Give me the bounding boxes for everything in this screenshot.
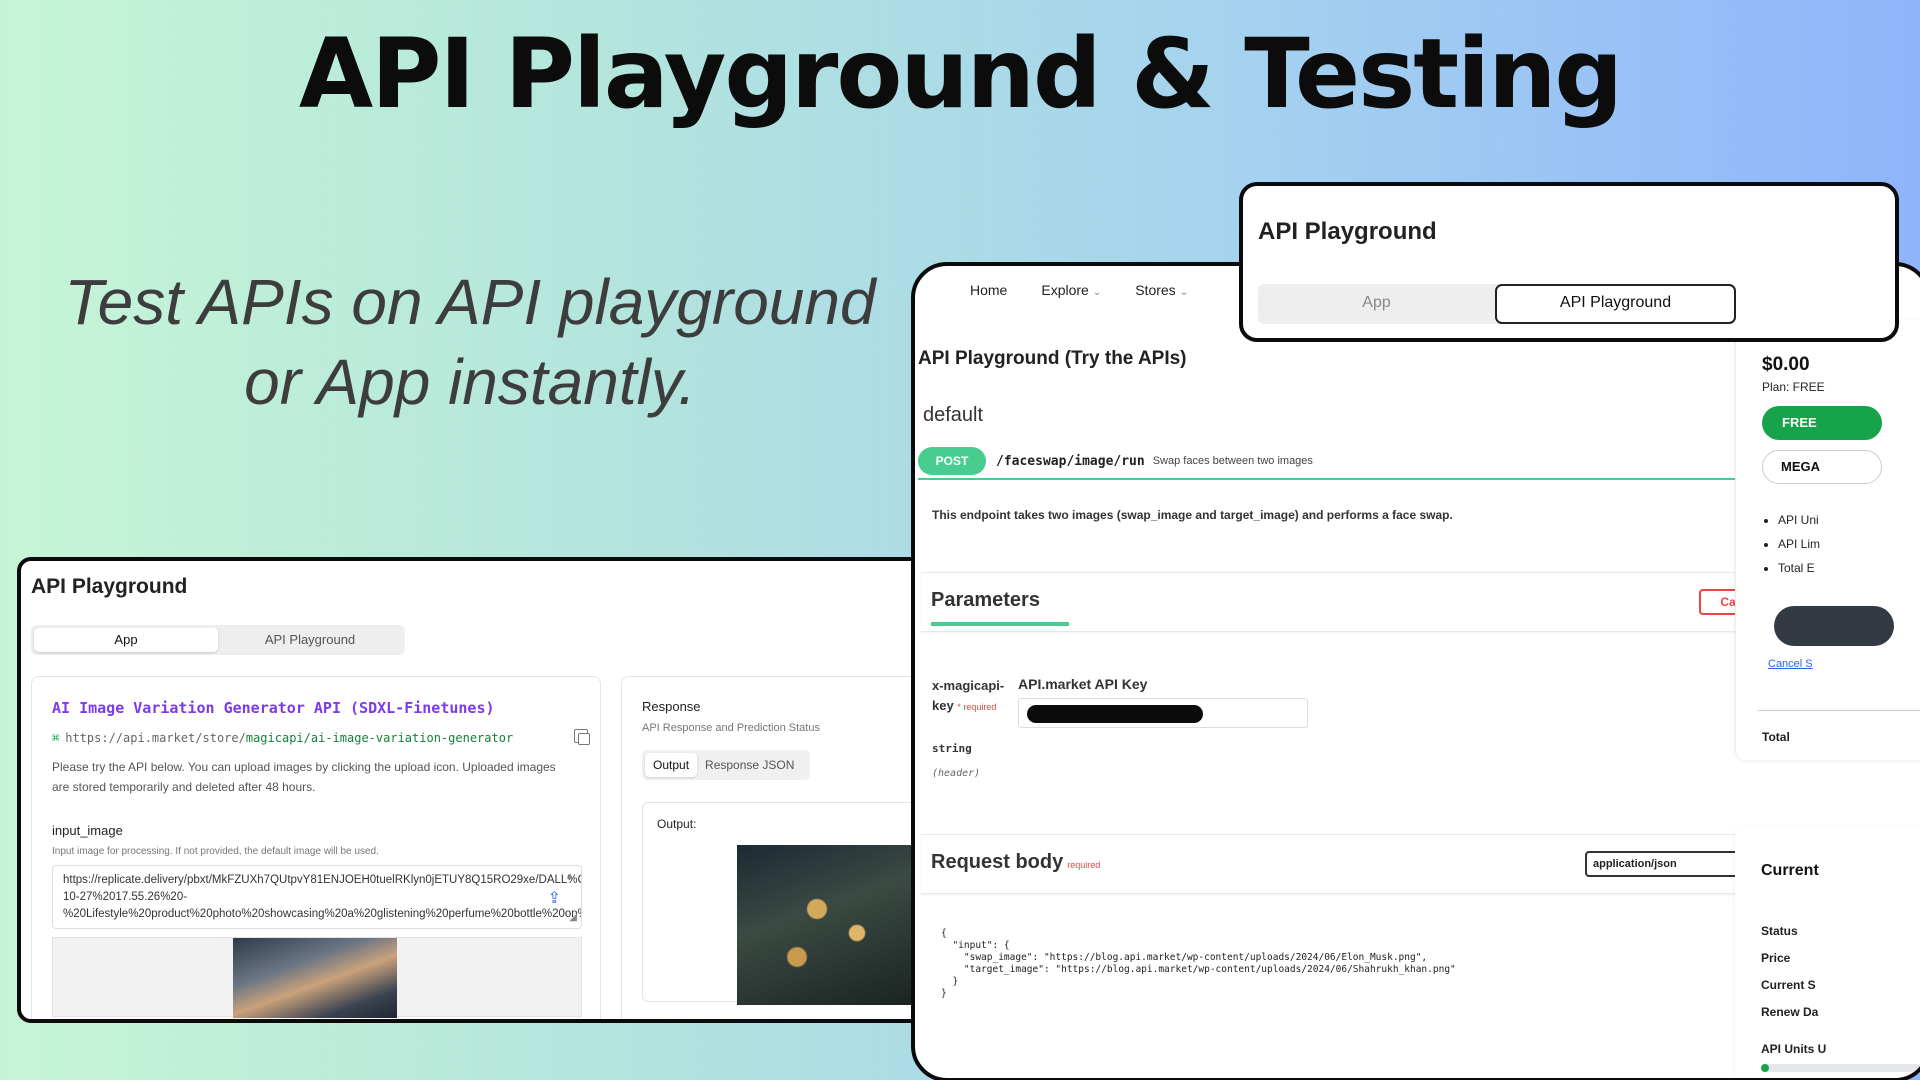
divider	[1758, 710, 1920, 711]
nav-explore-label: Explore	[1041, 282, 1089, 298]
popup-tab-api-playground[interactable]: API Playground	[1495, 284, 1736, 324]
popup-tabs: App API Playground	[1258, 284, 1736, 324]
plan-label: Plan: FREE	[1762, 380, 1825, 394]
url-prefix: https://api.market/store/	[65, 731, 246, 745]
copy-icon[interactable]	[574, 729, 590, 745]
endpoint-row[interactable]: POST /faceswap/image/run Swap faces betw…	[918, 444, 1798, 480]
response-subtitle: API Response and Prediction Status	[642, 722, 820, 734]
scroll-up-icon[interactable]: ▲	[565, 868, 575, 885]
tab-response-json[interactable]: Response JSON	[697, 753, 802, 777]
field-help: Input image for processing. If not provi…	[52, 846, 379, 857]
request-body-header: Request body required application/json	[921, 834, 1801, 894]
feature-item: API Uni	[1778, 508, 1820, 532]
nav-stores-label: Stores	[1135, 282, 1176, 298]
endpoint-summary: Swap faces between two images	[1152, 455, 1313, 467]
app-view-tabs: App API Playground	[31, 625, 405, 655]
upload-icon[interactable]: ⇪	[548, 890, 561, 907]
pricing-panel: $0.00 Plan: FREE FREE MEGA API Uni API L…	[1735, 320, 1920, 760]
current-row: Current S	[1761, 978, 1816, 992]
api-url: ⌘ https://api.market/store/magicapi/ai-im…	[52, 729, 590, 745]
tagline: Test APIs on API playground or App insta…	[60, 262, 880, 422]
hero-title: API Playground & Testing	[298, 18, 1623, 130]
output-box: Output:	[642, 802, 943, 1005]
nav-stores[interactable]: Stores ⌄	[1135, 282, 1188, 298]
plan-features: API Uni API Lim Total E	[1768, 508, 1820, 580]
tagline-line-2: or App instantly.	[244, 346, 696, 418]
chevron-down-icon: ⌄	[1092, 287, 1102, 298]
method-badge: POST	[918, 447, 986, 475]
request-body-title-text: Request body	[931, 851, 1064, 873]
units-progress-bar	[1761, 1064, 1920, 1072]
tagline-line-1: Test APIs on API playground	[64, 266, 876, 338]
app-view-card: API Playground App API Playground AI Ima…	[17, 557, 947, 1023]
url-path[interactable]: magicapi/ai-image-variation-generator	[246, 731, 513, 745]
cancel-subscription-link[interactable]: Cancel S	[1768, 658, 1813, 670]
required-mark: * required	[957, 702, 997, 712]
endpoint-path: /faceswap/image/run	[996, 453, 1145, 469]
preview-image	[233, 938, 397, 1018]
parameters-title: Parameters	[931, 589, 1069, 626]
units-label: API Units U	[1761, 1042, 1827, 1056]
current-row: Price	[1761, 951, 1791, 965]
tab-output[interactable]: Output	[645, 753, 698, 777]
resize-handle-icon[interactable]: ◢	[569, 909, 577, 926]
current-plan-panel: Current Status Price Current S Renew Da …	[1735, 826, 1920, 1078]
feature-item: Total E	[1778, 556, 1820, 580]
subscribe-button[interactable]	[1774, 606, 1894, 646]
request-body-title: Request body required	[931, 851, 1100, 874]
api-playground-popup: API Playground App API Playground	[1239, 182, 1899, 342]
chevron-down-icon: ⌄	[1179, 287, 1189, 298]
field-label: input_image	[52, 823, 123, 838]
current-title: Current	[1761, 862, 1819, 879]
tab-app[interactable]: App	[34, 628, 218, 652]
output-image	[737, 845, 937, 1005]
nav-explore[interactable]: Explore ⌄	[1041, 282, 1101, 298]
api-name[interactable]: AI Image Variation Generator API (SDXL-F…	[52, 699, 580, 717]
page-title: API Playground (Try the APIs)	[918, 348, 1187, 369]
param-name: x-magicapi-key * required	[932, 676, 1012, 717]
group-label: default	[923, 404, 984, 426]
parameters-header: Parameters Cancel	[921, 572, 1801, 632]
input-image-textarea[interactable]: https://replicate.delivery/pbxt/MkFZUXh7…	[52, 865, 582, 929]
group-default[interactable]: default	[923, 404, 1793, 427]
current-row: Renew Da	[1761, 1005, 1819, 1019]
param-location: (header)	[932, 768, 981, 779]
api-description: Please try the API below. You can upload…	[52, 760, 556, 794]
command-icon: ⌘	[52, 731, 60, 745]
swagger-view-card: Home Explore ⌄ Stores ⌄ API Playground (Tr…	[911, 262, 1920, 1080]
total-label: Total	[1762, 730, 1790, 744]
content-type-value: application/json	[1593, 858, 1677, 870]
nav-home[interactable]: Home	[970, 282, 1007, 298]
response-panel: Response API Response and Prediction Sta…	[621, 676, 943, 1019]
popup-title: API Playground	[1258, 218, 1437, 245]
param-type: string	[932, 742, 972, 755]
input-image-value: https://replicate.delivery/pbxt/MkFZUXh7…	[63, 874, 581, 920]
endpoint-description: This endpoint takes two images (swap_ima…	[932, 508, 1453, 522]
current-row: Status	[1761, 924, 1798, 938]
output-label: Output:	[657, 817, 697, 831]
plan-free-button[interactable]: FREE	[1762, 406, 1882, 440]
response-tabs: Output Response JSON	[642, 750, 810, 780]
units-progress-fill	[1761, 1064, 1769, 1072]
plan-mega-button[interactable]: MEGA	[1762, 450, 1882, 484]
response-title: Response	[642, 699, 701, 714]
app-view-title: API Playground	[31, 575, 188, 598]
api-key-input[interactable]	[1018, 698, 1308, 728]
input-panel: AI Image Variation Generator API (SDXL-F…	[31, 676, 601, 1019]
input-image-preview	[52, 937, 582, 1018]
nav-home-label: Home	[970, 282, 1008, 298]
price: $0.00	[1762, 354, 1810, 375]
top-nav: Home Explore ⌄ Stores ⌄	[970, 282, 1188, 298]
param-description: API.market API Key	[1018, 676, 1148, 692]
redacted-key	[1027, 705, 1203, 723]
request-body-editor[interactable]: { "input": { "swap_image": "https://blog…	[941, 928, 1456, 1000]
tab-api-playground[interactable]: API Playground	[218, 628, 402, 652]
current-rows: Status Price Current S Renew Da	[1761, 918, 1818, 1026]
feature-item: API Lim	[1778, 532, 1820, 556]
popup-tab-app[interactable]: App	[1258, 284, 1495, 324]
required-mark: required	[1067, 860, 1101, 870]
